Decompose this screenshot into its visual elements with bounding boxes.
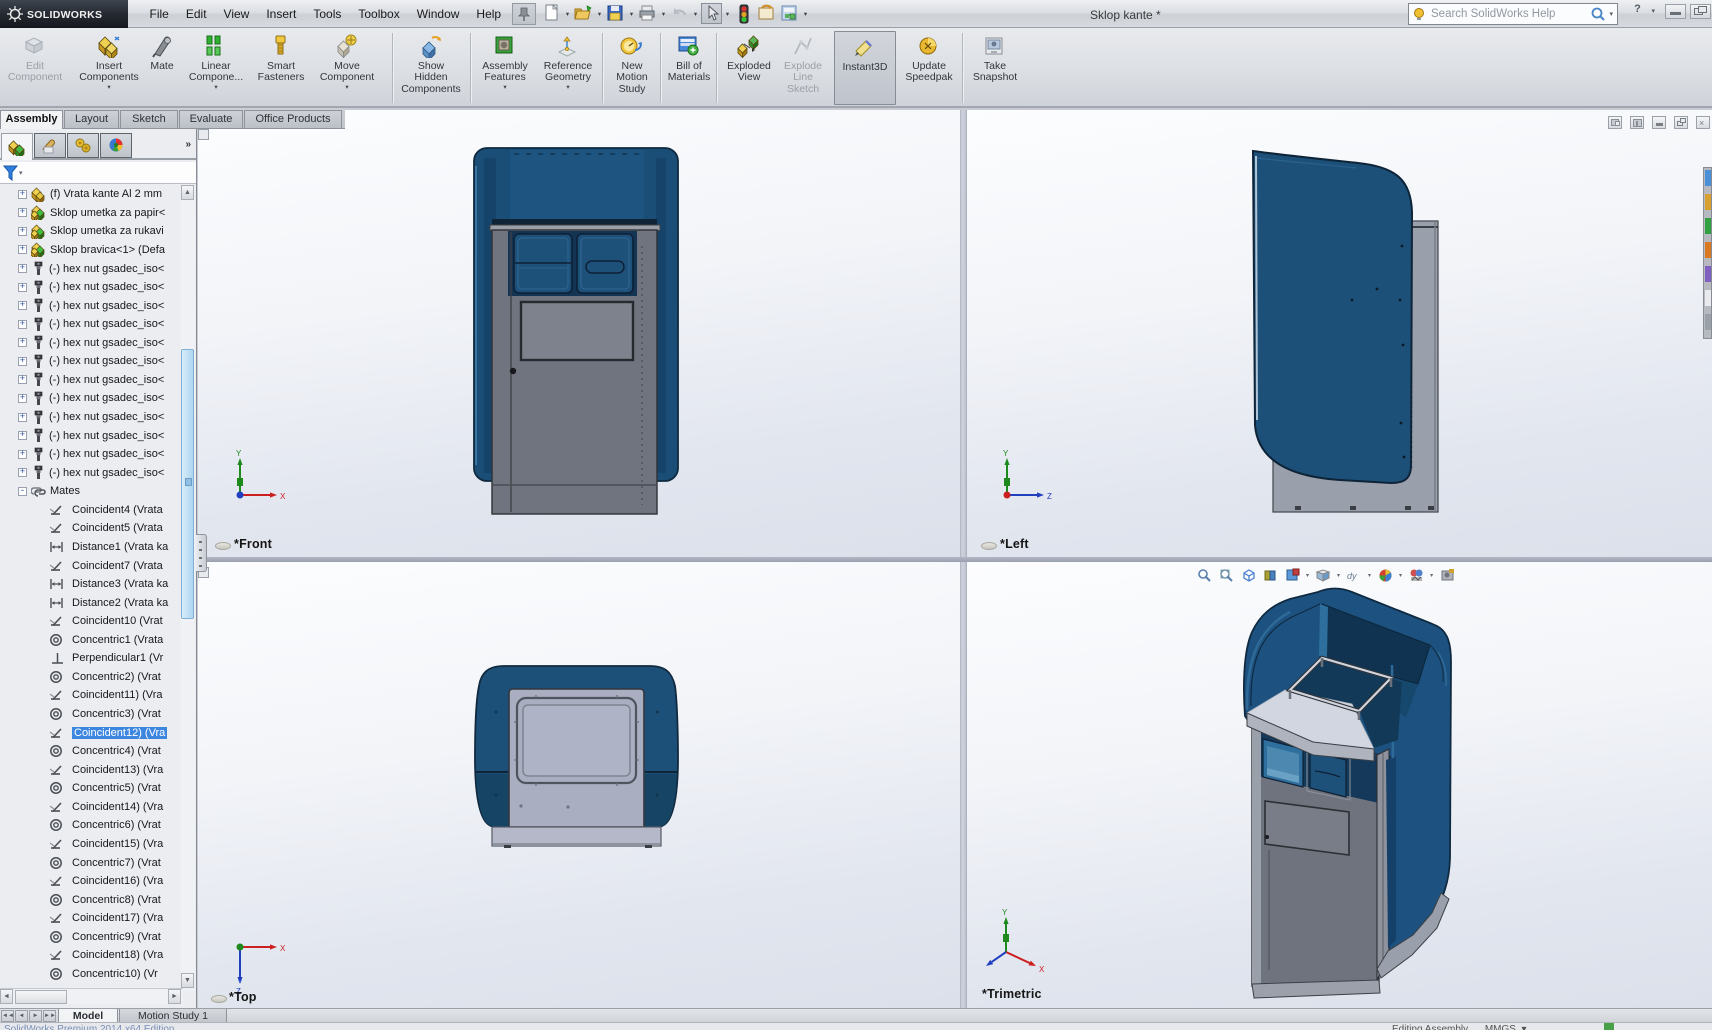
svg-text:Y: Y — [1003, 449, 1009, 458]
svg-text:Y: Y — [236, 449, 242, 458]
svg-text:X: X — [1039, 965, 1045, 974]
svg-text:Z: Z — [1047, 492, 1052, 501]
svg-text:dy: dy — [1347, 571, 1357, 581]
svg-text:Y: Y — [1002, 908, 1008, 917]
svg-text:X: X — [280, 944, 286, 953]
svg-text:X: X — [280, 492, 286, 501]
